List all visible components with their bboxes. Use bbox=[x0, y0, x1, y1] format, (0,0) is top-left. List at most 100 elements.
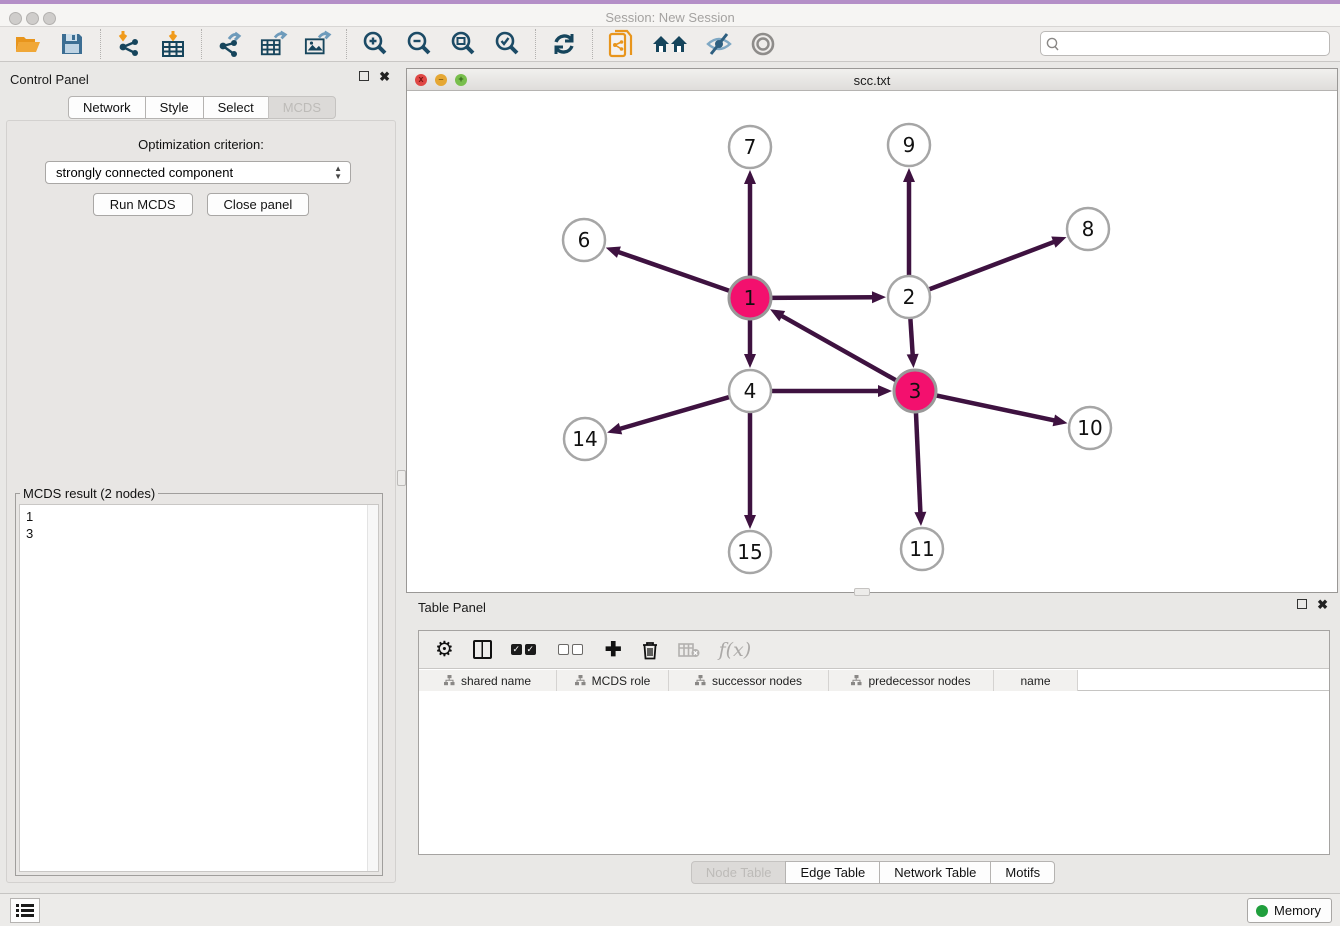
graph-node-label-6: 6 bbox=[578, 228, 591, 252]
memory-label: Memory bbox=[1274, 903, 1321, 918]
network-window-titlebar[interactable]: x – + scc.txt bbox=[407, 69, 1337, 91]
tab-network-table[interactable]: Network Table bbox=[879, 861, 991, 884]
network-canvas[interactable]: 7968124314101511 bbox=[407, 91, 1337, 592]
apply-layout-icon[interactable] bbox=[550, 30, 578, 58]
graph-node-label-15: 15 bbox=[737, 540, 762, 564]
duplicate-network-icon[interactable] bbox=[607, 30, 635, 58]
column-header-MCDS-role[interactable]: MCDS role bbox=[557, 670, 669, 691]
create-column-icon[interactable]: ✚ bbox=[605, 637, 622, 662]
function-builder-icon: f(x) bbox=[719, 639, 752, 661]
hierarchy-icon bbox=[695, 675, 706, 686]
node-table: ⚙ ✓✓ ✚ f(x) shared nameMCDS rolesuccesso… bbox=[418, 630, 1330, 855]
zoom-fit-icon[interactable] bbox=[449, 30, 477, 58]
save-session-icon[interactable] bbox=[58, 30, 86, 58]
show-columns-icon[interactable] bbox=[473, 640, 492, 659]
deselect-all-columns-icon[interactable] bbox=[558, 644, 586, 655]
open-session-icon[interactable] bbox=[14, 30, 42, 58]
column-header-predecessor-nodes[interactable]: predecessor nodes bbox=[829, 670, 994, 691]
control-panel: Control Panel ✖ NetworkStyleSelectMCDS O… bbox=[0, 62, 404, 893]
graph-node-label-9: 9 bbox=[903, 133, 916, 157]
graph-node-label-14: 14 bbox=[572, 427, 597, 451]
criterion-select[interactable]: strongly connected component ▲▼ bbox=[45, 161, 351, 184]
search-icon bbox=[1041, 36, 1065, 52]
graph-arrowhead-4-14 bbox=[607, 423, 622, 435]
import-network-icon[interactable] bbox=[115, 30, 143, 58]
zoom-selected-icon[interactable] bbox=[493, 30, 521, 58]
table-panel-close-icon[interactable]: ✖ bbox=[1317, 599, 1328, 610]
optimization-criterion-label: Optimization criterion: bbox=[7, 137, 395, 152]
select-all-columns-icon[interactable]: ✓✓ bbox=[511, 644, 539, 655]
graph-node-label-2: 2 bbox=[903, 285, 916, 309]
control-panel-tabs: NetworkStyleSelectMCDS bbox=[0, 96, 404, 119]
graph-edge-2-3[interactable] bbox=[910, 315, 913, 357]
tab-mcds[interactable]: MCDS bbox=[268, 96, 336, 119]
graph-node-label-1: 1 bbox=[744, 286, 757, 310]
delete-column-icon[interactable] bbox=[641, 640, 659, 660]
control-panel-close-icon[interactable]: ✖ bbox=[379, 71, 390, 82]
graph-arrowhead-1-7 bbox=[744, 170, 756, 184]
export-table-icon[interactable] bbox=[260, 30, 288, 58]
graph-arrowhead-4-15 bbox=[744, 515, 756, 529]
hierarchy-icon bbox=[575, 675, 586, 686]
export-network-icon[interactable] bbox=[216, 30, 244, 58]
vertical-splitter-handle[interactable] bbox=[397, 470, 406, 486]
zoom-out-icon[interactable] bbox=[405, 30, 433, 58]
memory-button[interactable]: Memory bbox=[1247, 898, 1332, 923]
column-header-name[interactable]: name bbox=[994, 670, 1078, 691]
table-tabs: Node TableEdge TableNetwork TableMotifs bbox=[406, 861, 1340, 884]
show-all-icon[interactable] bbox=[749, 30, 777, 58]
tab-select[interactable]: Select bbox=[203, 96, 269, 119]
tab-style[interactable]: Style bbox=[145, 96, 204, 119]
close-panel-button[interactable]: Close panel bbox=[207, 193, 310, 216]
run-mcds-button[interactable]: Run MCDS bbox=[93, 193, 193, 216]
search-input[interactable] bbox=[1065, 33, 1329, 54]
control-panel-float-icon[interactable] bbox=[359, 71, 369, 81]
graph-edge-3-10[interactable] bbox=[933, 395, 1057, 421]
mcds-result-group: MCDS result (2 nodes) 13 bbox=[15, 493, 383, 876]
tab-motifs[interactable]: Motifs bbox=[990, 861, 1055, 884]
column-header-successor-nodes[interactable]: successor nodes bbox=[669, 670, 829, 691]
mcds-panel: Optimization criterion: strongly connect… bbox=[6, 120, 396, 883]
mcds-result-area[interactable]: 13 bbox=[19, 504, 379, 872]
graph-edge-4-14[interactable] bbox=[618, 396, 733, 429]
graph-node-label-8: 8 bbox=[1082, 217, 1095, 241]
control-panel-title: Control Panel bbox=[10, 72, 89, 87]
result-item: 1 bbox=[26, 508, 372, 525]
graph-edge-1-2[interactable] bbox=[768, 297, 875, 298]
network-window-title: scc.txt bbox=[407, 73, 1337, 88]
table-settings-gear-icon[interactable]: ⚙ bbox=[435, 637, 454, 662]
tab-network[interactable]: Network bbox=[68, 96, 146, 119]
hierarchy-icon bbox=[444, 675, 455, 686]
table-panel-title: Table Panel bbox=[418, 600, 486, 615]
search-box[interactable] bbox=[1040, 31, 1330, 56]
mcds-result-title: MCDS result (2 nodes) bbox=[20, 486, 158, 501]
main-toolbar bbox=[0, 27, 1340, 62]
tab-node-table[interactable]: Node Table bbox=[691, 861, 787, 884]
graph-node-label-7: 7 bbox=[744, 135, 757, 159]
task-history-button[interactable] bbox=[10, 898, 40, 923]
graph-edge-2-8[interactable] bbox=[926, 241, 1056, 291]
criterion-value: strongly connected component bbox=[56, 165, 233, 180]
horizontal-splitter-handle[interactable] bbox=[854, 588, 870, 596]
list-icon bbox=[16, 903, 34, 918]
graph-arrowhead-4-3 bbox=[878, 385, 892, 397]
column-header-shared-name[interactable]: shared name bbox=[419, 670, 557, 691]
graph-arrowhead-1-2 bbox=[872, 291, 886, 303]
table-panel-float-icon[interactable] bbox=[1297, 599, 1307, 609]
app-titlebar: Session: New Session bbox=[0, 0, 1340, 27]
session-title: Session: New Session bbox=[0, 10, 1340, 25]
export-image-icon[interactable] bbox=[304, 30, 332, 58]
graph-node-label-4: 4 bbox=[744, 379, 757, 403]
hide-selected-icon[interactable] bbox=[705, 30, 733, 58]
graph-edge-1-6[interactable] bbox=[616, 251, 733, 292]
graph-edge-3-11[interactable] bbox=[916, 409, 921, 515]
memory-status-icon bbox=[1256, 905, 1268, 917]
import-table-icon[interactable] bbox=[159, 30, 187, 58]
tab-edge-table[interactable]: Edge Table bbox=[785, 861, 880, 884]
first-neighbors-icon[interactable] bbox=[651, 30, 689, 58]
graph-arrowhead-2-3 bbox=[907, 354, 919, 368]
graph-node-label-11: 11 bbox=[909, 537, 934, 561]
result-scrollbar[interactable] bbox=[367, 505, 378, 871]
zoom-in-icon[interactable] bbox=[361, 30, 389, 58]
graph-edge-3-1[interactable] bbox=[780, 315, 900, 382]
